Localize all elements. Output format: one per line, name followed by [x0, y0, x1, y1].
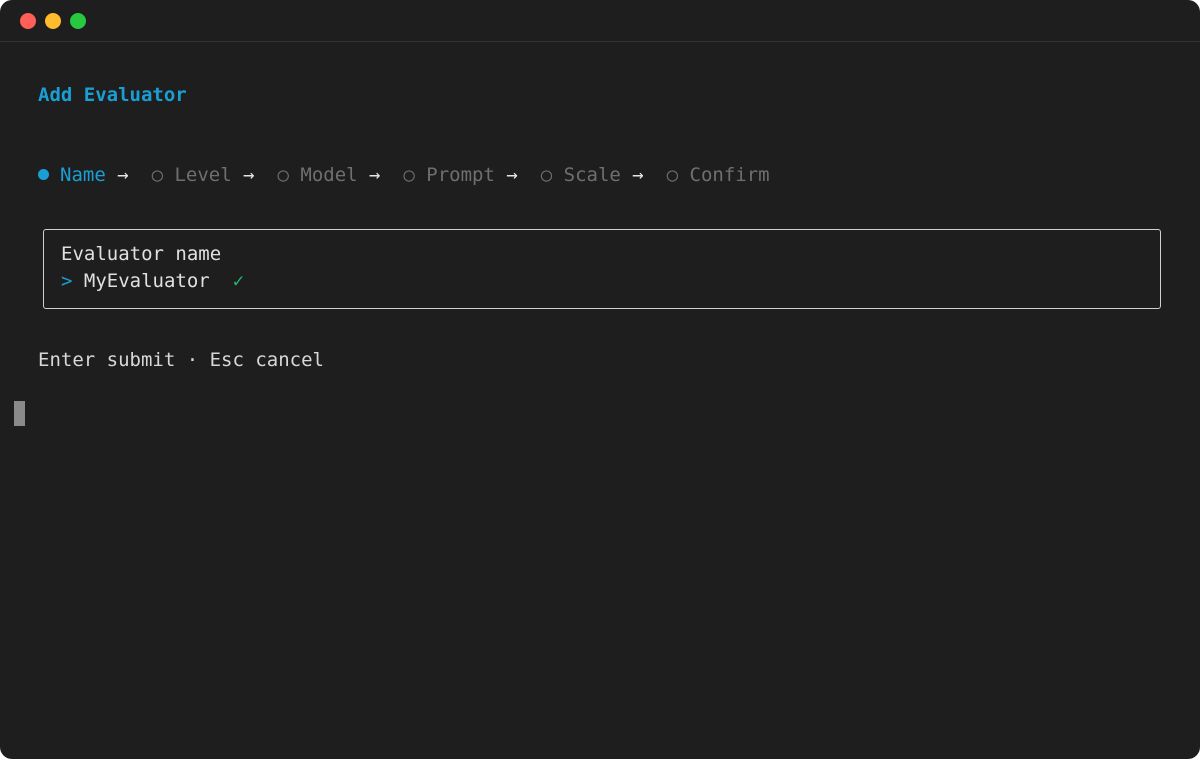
active-step-bullet-icon — [38, 169, 49, 180]
step-model: Model — [300, 164, 358, 186]
step-confirm: Confirm — [689, 164, 770, 186]
wizard-steps: Name → ○ Level → ○ Model → ○ Prompt → ○ … — [38, 163, 770, 187]
terminal-cursor — [14, 401, 25, 426]
minimize-window-button[interactable] — [45, 13, 61, 29]
valid-check-icon: ✓ — [232, 270, 245, 292]
terminal-content: Add Evaluator Name → ○ Level → ○ Model →… — [0, 0, 1161, 371]
step-arrow-icon: → — [506, 164, 518, 186]
input-value-row[interactable]: > MyEvaluator ✓ — [61, 269, 244, 293]
step-arrow-icon: → — [632, 164, 644, 186]
title-bar — [0, 0, 1200, 42]
step-level-bullet-icon: ○ — [151, 164, 164, 186]
step-arrow-icon: → — [369, 164, 381, 186]
step-scale: Scale — [563, 164, 621, 186]
step-model-bullet-icon: ○ — [277, 164, 289, 186]
step-confirm-bullet-icon: ○ — [666, 164, 679, 186]
step-prompt: Prompt — [426, 164, 495, 186]
step-arrow-icon: → — [243, 164, 255, 186]
terminal-window: Add Evaluator Name → ○ Level → ○ Model →… — [0, 0, 1200, 759]
step-name: Name — [60, 164, 106, 186]
prompt-caret-icon: > — [61, 270, 73, 292]
step-arrow-icon: → — [117, 164, 129, 186]
evaluator-name-field[interactable]: MyEvaluator — [84, 270, 210, 292]
step-level: Level — [174, 164, 232, 186]
keyboard-hint: Enter submit · Esc cancel — [38, 349, 324, 371]
step-scale-bullet-icon: ○ — [540, 164, 553, 186]
zoom-window-button[interactable] — [70, 13, 86, 29]
page-title: Add Evaluator — [38, 84, 187, 106]
input-label: Evaluator name — [61, 243, 222, 265]
evaluator-name-input-box[interactable]: Evaluator name > MyEvaluator ✓ — [43, 229, 1161, 309]
step-prompt-bullet-icon: ○ — [403, 164, 415, 186]
